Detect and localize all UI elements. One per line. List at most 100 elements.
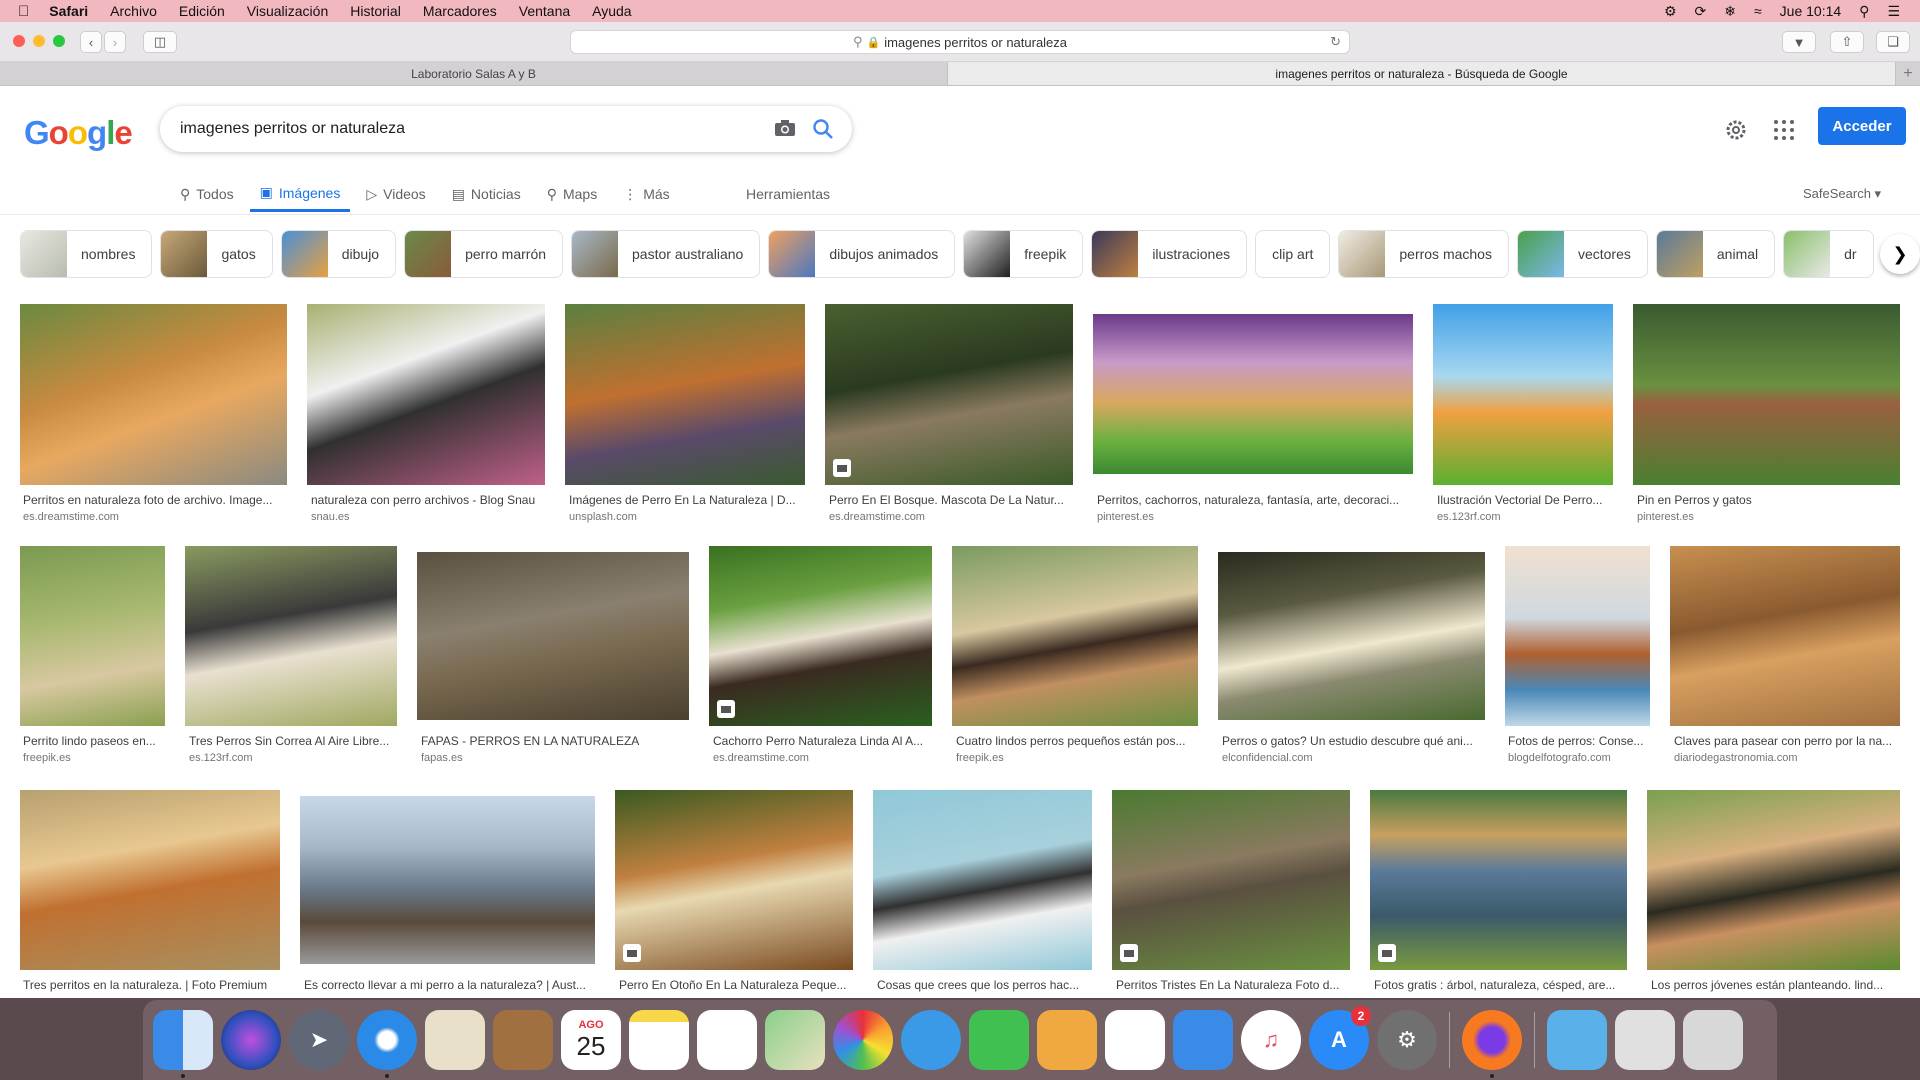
result-card[interactable]: Cuatro lindos perros pequeños están pos.… (952, 546, 1198, 766)
result-caption[interactable]: Tres perritos en la naturaleza. | Foto P… (23, 978, 280, 992)
result-source[interactable]: es.123rf.com (1437, 511, 1613, 523)
result-image[interactable] (1433, 304, 1613, 485)
result-source[interactable]: es.dreamstime.com (23, 511, 287, 523)
control-center-icon[interactable]: ☰ (1887, 3, 1900, 20)
zoom-window-button[interactable] (53, 35, 65, 47)
bluetooth-icon[interactable]: ❄ (1724, 3, 1736, 20)
back-arrow-icon[interactable]: ‹ (80, 31, 102, 53)
result-source[interactable]: blogdelfotografo.com (1508, 752, 1650, 764)
result-caption[interactable]: Pin en Perros y gatos (1637, 493, 1900, 507)
camera-icon[interactable] (774, 119, 796, 137)
menu-archivo[interactable]: Archivo (110, 3, 157, 19)
tab-mas[interactable]: ⋮ Más (623, 176, 669, 212)
result-image[interactable] (300, 796, 595, 964)
pages-icon[interactable] (1037, 1010, 1097, 1070)
photos-icon[interactable] (833, 1010, 893, 1070)
chip-freepik[interactable]: freepik (963, 230, 1084, 278)
result-image[interactable] (615, 790, 853, 970)
result-card[interactable]: Perritos en naturaleza foto de archivo. … (20, 304, 287, 524)
sign-in-button[interactable]: Acceder (1818, 107, 1906, 145)
app-store-icon[interactable]: A2 (1309, 1006, 1371, 1070)
chip-pastor-australiano[interactable]: pastor australiano (571, 230, 761, 278)
result-source[interactable]: pinterest.es (1637, 511, 1900, 523)
result-card[interactable]: Claves para pasear con perro por la na..… (1670, 546, 1900, 766)
menu-ayuda[interactable]: Ayuda (592, 3, 631, 19)
result-card[interactable]: Perritos, cachorros, naturaleza, fantasí… (1093, 304, 1413, 524)
chip-dibujos-animados[interactable]: dibujos animados (768, 230, 956, 278)
chip-animal[interactable]: animal (1655, 230, 1776, 278)
result-source[interactable]: fapas.es (421, 752, 689, 764)
result-image[interactable] (307, 304, 545, 485)
result-source[interactable]: es.dreamstime.com (829, 511, 1073, 523)
finder-icon[interactable] (153, 1010, 213, 1078)
apps-grid-icon[interactable] (1774, 120, 1794, 140)
apple-menu-icon[interactable]:  (18, 3, 29, 20)
result-caption[interactable]: Fotos gratis : árbol, naturaleza, césped… (1374, 978, 1627, 992)
result-card[interactable]: naturaleza con perro archivos - Blog Sna… (307, 304, 545, 524)
result-image[interactable] (20, 304, 287, 485)
result-card[interactable]: Perro En El Bosque. Mascota De La Natur.… (825, 304, 1073, 524)
result-card[interactable]: Los perros jóvenes están planteando. lin… (1647, 790, 1900, 996)
menu-app-name[interactable]: Safari (49, 3, 88, 19)
result-image[interactable] (20, 546, 165, 726)
siri-icon[interactable] (221, 1010, 281, 1070)
menu-edicion[interactable]: Edición (179, 3, 225, 19)
result-caption[interactable]: Es correcto llevar a mi perro a la natur… (304, 978, 595, 992)
result-image[interactable] (565, 304, 805, 485)
safesearch-dropdown[interactable]: SafeSearch ▾ (1803, 176, 1881, 212)
forward-arrow-icon[interactable]: › (104, 31, 126, 53)
result-card[interactable]: Pin en Perros y gatos pinterest.es (1633, 304, 1900, 524)
chip-vectores[interactable]: vectores (1516, 230, 1648, 278)
sidebar-toggle-icon[interactable]: ◫ (143, 31, 177, 53)
result-image[interactable] (1112, 790, 1350, 970)
result-source[interactable]: es.dreamstime.com (713, 752, 932, 764)
tab-todos[interactable]: ⚲ Todos (180, 176, 234, 212)
trash-icon[interactable] (1683, 1010, 1743, 1070)
chip-nombres[interactable]: nombres (20, 230, 153, 278)
system-preferences-icon[interactable]: ⚙ (1377, 1010, 1437, 1070)
result-caption[interactable]: Perritos, cachorros, naturaleza, fantasí… (1097, 493, 1413, 507)
result-card[interactable]: Tres Perros Sin Correa Al Aire Libre... … (185, 546, 397, 766)
chip-clip-art[interactable]: clip art (1255, 230, 1331, 278)
share-icon[interactable]: ⇧ (1830, 31, 1864, 53)
numbers-icon[interactable] (1105, 1010, 1165, 1070)
notes-icon[interactable] (629, 1010, 689, 1070)
google-logo[interactable]: Google (24, 114, 133, 152)
menu-historial[interactable]: Historial (350, 3, 401, 19)
result-image[interactable] (1647, 790, 1900, 970)
result-source[interactable]: unsplash.com (569, 511, 805, 523)
result-image[interactable] (20, 790, 280, 970)
messages-icon[interactable] (901, 1010, 961, 1070)
recent-document-icon[interactable] (1615, 1010, 1675, 1070)
result-image[interactable] (952, 546, 1198, 726)
result-caption[interactable]: Perro En El Bosque. Mascota De La Natur.… (829, 493, 1073, 507)
result-caption[interactable]: FAPAS - PERROS EN LA NATURALEZA (421, 734, 689, 748)
result-card[interactable]: Perro En Otoño En La Naturaleza Peque... (615, 790, 853, 996)
contacts-icon[interactable] (493, 1010, 553, 1070)
result-caption[interactable]: Cachorro Perro Naturaleza Linda Al A... (713, 734, 932, 748)
result-caption[interactable]: Los perros jóvenes están planteando. lin… (1651, 978, 1900, 992)
tab-google-search[interactable]: imagenes perritos or naturaleza - Búsque… (948, 62, 1896, 85)
result-image[interactable] (417, 552, 689, 720)
tab-maps[interactable]: ⚲ Maps (547, 176, 598, 212)
result-card[interactable]: Fotos gratis : árbol, naturaleza, césped… (1370, 790, 1627, 996)
result-image[interactable] (1505, 546, 1650, 726)
result-card[interactable]: Perritos Tristes En La Naturaleza Foto d… (1112, 790, 1350, 996)
calendar-icon[interactable]: AGO 25 (561, 1010, 621, 1070)
result-card[interactable]: Perrito lindo paseos en... freepik.es (20, 546, 165, 766)
status-sync-icon[interactable]: ⟳ (1695, 3, 1707, 20)
result-source[interactable]: pinterest.es (1097, 511, 1413, 523)
result-card[interactable]: Perros o gatos? Un estudio descubre qué … (1218, 546, 1485, 766)
status-app-icon[interactable]: ⚙ (1664, 3, 1677, 20)
result-source[interactable]: freepik.es (956, 752, 1198, 764)
downloads-folder-icon[interactable] (1547, 1010, 1607, 1070)
result-card[interactable]: Cachorro Perro Naturaleza Linda Al A... … (709, 546, 932, 766)
wifi-icon[interactable]: ≈ (1754, 3, 1762, 19)
result-caption[interactable]: Claves para pasear con perro por la na..… (1674, 734, 1900, 748)
maps-icon[interactable] (765, 1010, 825, 1070)
result-image[interactable] (709, 546, 932, 726)
result-image[interactable] (185, 546, 397, 726)
chip-perro-marron[interactable]: perro marrón (404, 230, 564, 278)
tools-button[interactable]: Herramientas (746, 176, 830, 212)
clock-text[interactable]: Jue 10:14 (1780, 3, 1842, 19)
